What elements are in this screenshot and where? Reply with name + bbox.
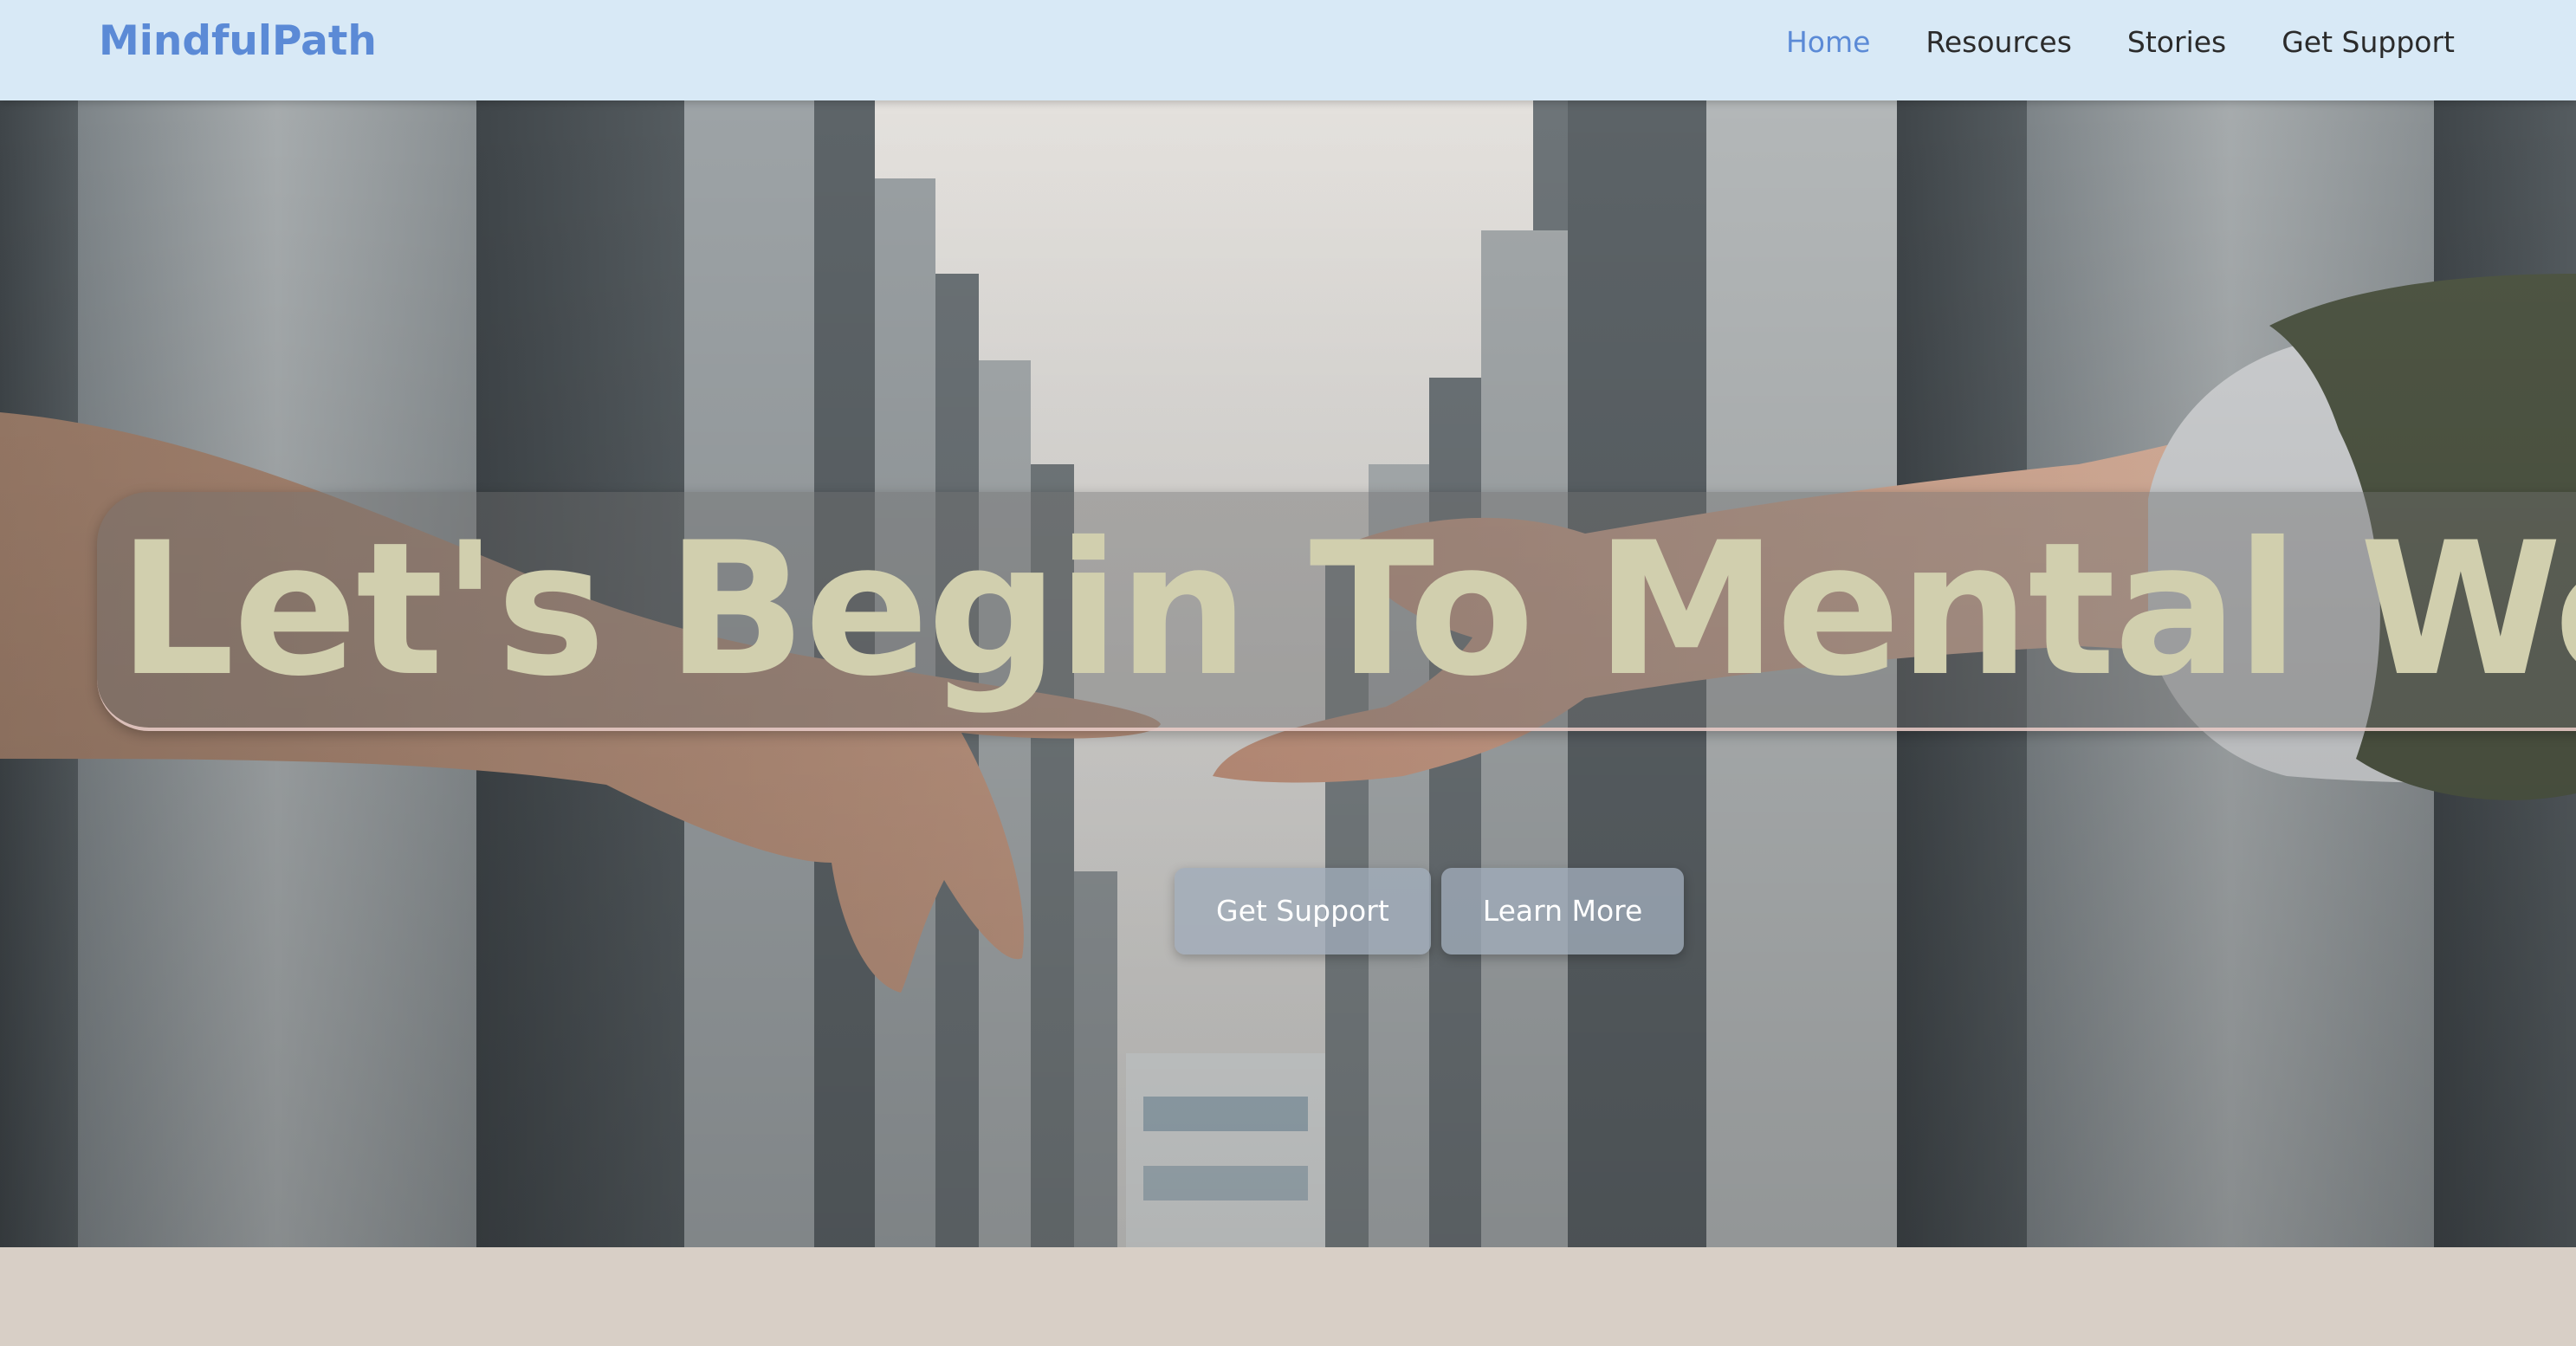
brand-logo[interactable]: MindfulPath (99, 0, 377, 83)
learn-more-button[interactable]: Learn More (1440, 868, 1685, 954)
hero-cta-row: Get Support Learn More (1175, 868, 1694, 954)
nav-link-get-support[interactable]: Get Support (2282, 25, 2455, 59)
nav-link-stories[interactable]: Stories (2127, 25, 2226, 59)
headline-panel: Let's Begin To Mental Wellness (97, 492, 2576, 731)
top-navbar: MindfulPath Home Resources Stories Get S… (0, 0, 2576, 100)
hero-section: Let's Begin To Mental Wellness Get Suppo… (0, 100, 2576, 1247)
nav-link-home[interactable]: Home (1786, 25, 1870, 59)
nav-links: Home Resources Stories Get Support (1731, 0, 2455, 83)
hero-headline: Let's Begin To Mental Wellness (118, 502, 2576, 716)
below-hero-section (0, 1247, 2576, 1346)
nav-link-resources[interactable]: Resources (1926, 25, 2072, 59)
get-support-button[interactable]: Get Support (1175, 868, 1431, 954)
